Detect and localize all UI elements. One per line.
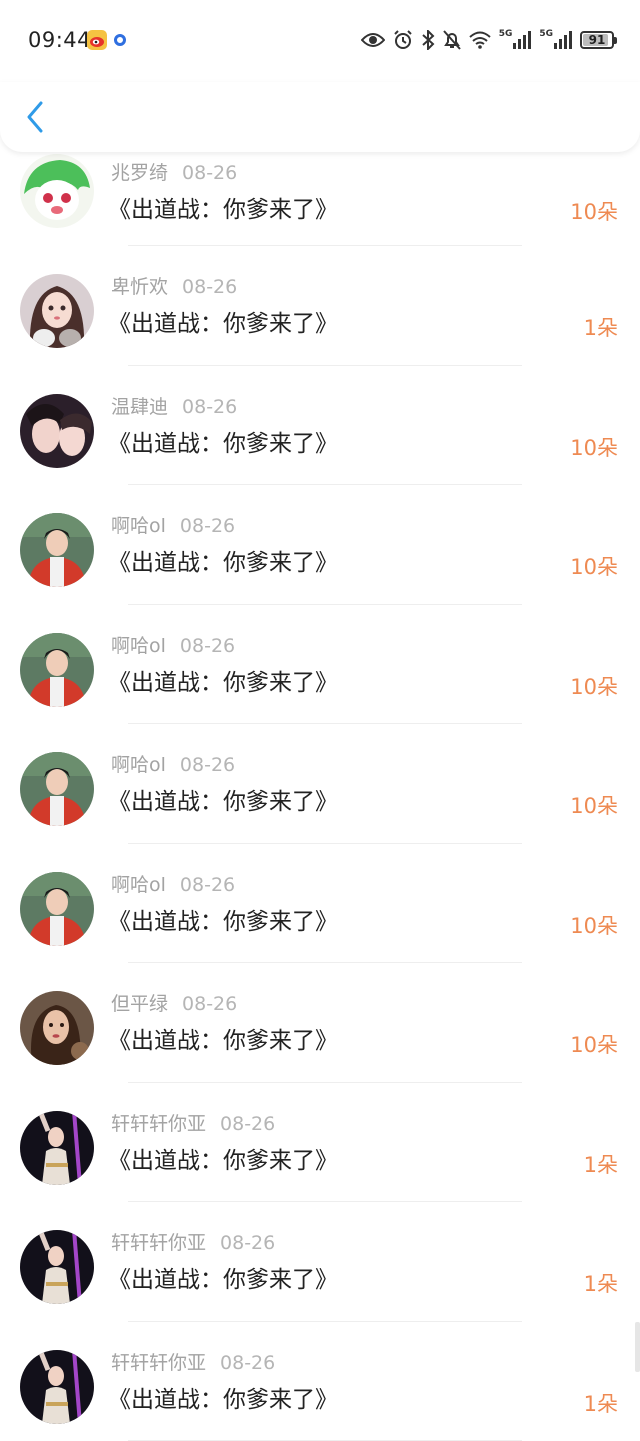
signal-bars-icon [554,31,572,49]
list-item[interactable]: 啊哈ol 08-26 《出道战：你爹来了》 10朵 [0,485,640,605]
work-title: 《出道战：你爹来了》 [108,190,338,224]
avatar[interactable] [20,274,94,348]
work-title: 《出道战：你爹来了》 [108,543,338,577]
work-title: 《出道战：你爹来了》 [108,424,338,458]
gift-count: 1朵 [584,1149,618,1179]
gift-count: 10朵 [570,671,618,701]
eye-icon [361,31,385,49]
nav-bar [0,82,640,152]
avatar[interactable] [20,991,94,1065]
work-title: 《出道战：你爹来了》 [108,1260,338,1294]
username[interactable]: 卑忻欢 [111,276,168,298]
avatar[interactable] [20,752,94,826]
item-meta: 温肆迪 08-26 [111,392,237,419]
list-item[interactable]: 温肆迪 08-26 《出道战：你爹来了》 10朵 [0,366,640,486]
date-label: 08-26 [180,515,235,537]
back-button[interactable] [20,100,50,134]
list-item[interactable]: 兆罗绮 08-26 《出道战：你爹来了》 10朵 [0,152,640,246]
item-meta: 卑忻欢 08-26 [111,272,237,299]
username[interactable]: 温肆迪 [111,396,168,418]
gift-count: 1朵 [584,312,618,342]
username[interactable]: 但平绿 [111,993,168,1015]
item-meta: 轩轩轩你亚 08-26 [111,1228,275,1255]
list-item[interactable]: 啊哈ol 08-26 《出道战：你爹来了》 10朵 [0,605,640,725]
username[interactable]: 轩轩轩你亚 [111,1232,206,1254]
username[interactable]: 啊哈ol [111,515,166,537]
date-label: 08-26 [220,1113,275,1135]
work-title: 《出道战：你爹来了》 [108,782,338,816]
date-label: 08-26 [220,1232,275,1254]
item-meta: 啊哈ol 08-26 [111,631,235,658]
gift-count: 10朵 [570,432,618,462]
list-item[interactable]: 轩轩轩你亚 08-26 《出道战：你爹来了》 1朵 [0,1202,640,1322]
gift-count: 10朵 [570,196,618,226]
item-meta: 啊哈ol 08-26 [111,750,235,777]
username[interactable]: 啊哈ol [111,874,166,896]
date-label: 08-26 [220,1352,275,1374]
status-icons: 5G 5G 91 [361,28,614,52]
item-meta: 但平绿 08-26 [111,989,237,1016]
list-item[interactable]: 啊哈ol 08-26 《出道战：你爹来了》 10朵 [0,724,640,844]
username[interactable]: 啊哈ol [111,635,166,657]
chevron-left-icon [25,101,45,133]
work-title: 《出道战：你爹来了》 [108,902,338,936]
work-title: 《出道战：你爹来了》 [108,304,338,338]
date-label: 08-26 [180,635,235,657]
item-meta: 啊哈ol 08-26 [111,511,235,538]
signal-5g-2: 5G [539,31,572,49]
alarm-icon [393,30,413,50]
status-time: 09:44 [28,28,91,52]
date-label: 08-26 [182,162,237,184]
status-bar: 09:44 5G [0,0,640,82]
username[interactable]: 兆罗绮 [111,162,168,184]
work-title: 《出道战：你爹来了》 [108,1380,338,1414]
gift-count: 10朵 [570,790,618,820]
list-item[interactable]: 轩轩轩你亚 08-26 《出道战：你爹来了》 1朵 [0,1322,640,1441]
list-item[interactable]: 啊哈ol 08-26 《出道战：你爹来了》 10朵 [0,844,640,964]
battery-indicator: 91 [580,31,614,49]
notification-dot-icon [114,34,126,46]
gift-count: 1朵 [584,1388,618,1418]
avatar[interactable] [20,513,94,587]
work-title: 《出道战：你爹来了》 [108,1141,338,1175]
list-item[interactable]: 但平绿 08-26 《出道战：你爹来了》 10朵 [0,963,640,1083]
gift-count: 10朵 [570,1029,618,1059]
signal-5g-1: 5G [499,31,532,49]
date-label: 08-26 [180,874,235,896]
work-title: 《出道战：你爹来了》 [108,1021,338,1055]
gift-count: 1朵 [584,1268,618,1298]
date-label: 08-26 [182,993,237,1015]
avatar[interactable] [20,633,94,707]
item-meta: 轩轩轩你亚 08-26 [111,1109,275,1136]
battery-level: 91 [589,33,606,47]
scrollbar[interactable] [635,1322,640,1372]
username[interactable]: 啊哈ol [111,754,166,776]
avatar[interactable] [20,1350,94,1424]
date-label: 08-26 [180,754,235,776]
weibo-icon [87,30,107,50]
avatar[interactable] [20,1230,94,1304]
username[interactable]: 轩轩轩你亚 [111,1352,206,1374]
gift-count: 10朵 [570,910,618,940]
date-label: 08-26 [182,276,237,298]
gift-record-list: 兆罗绮08-26《出道战：你爹来了》10朵卑忻欢08-26《出道战：你爹来了》1… [0,152,640,1441]
bluetooth-icon [421,30,435,50]
wifi-icon [469,31,491,49]
item-meta: 轩轩轩你亚 08-26 [111,1348,275,1375]
gift-count: 10朵 [570,551,618,581]
signal-bars-icon [513,31,531,49]
avatar[interactable] [20,154,94,228]
item-meta: 兆罗绮 08-26 [111,158,237,185]
avatar[interactable] [20,1111,94,1185]
bell-muted-icon [443,30,461,50]
date-label: 08-26 [182,396,237,418]
work-title: 《出道战：你爹来了》 [108,663,338,697]
list-item[interactable]: 轩轩轩你亚 08-26 《出道战：你爹来了》 1朵 [0,1083,640,1203]
avatar[interactable] [20,872,94,946]
list-item[interactable]: 卑忻欢 08-26 《出道战：你爹来了》 1朵 [0,246,640,366]
username[interactable]: 轩轩轩你亚 [111,1113,206,1135]
item-meta: 啊哈ol 08-26 [111,870,235,897]
avatar[interactable] [20,394,94,468]
